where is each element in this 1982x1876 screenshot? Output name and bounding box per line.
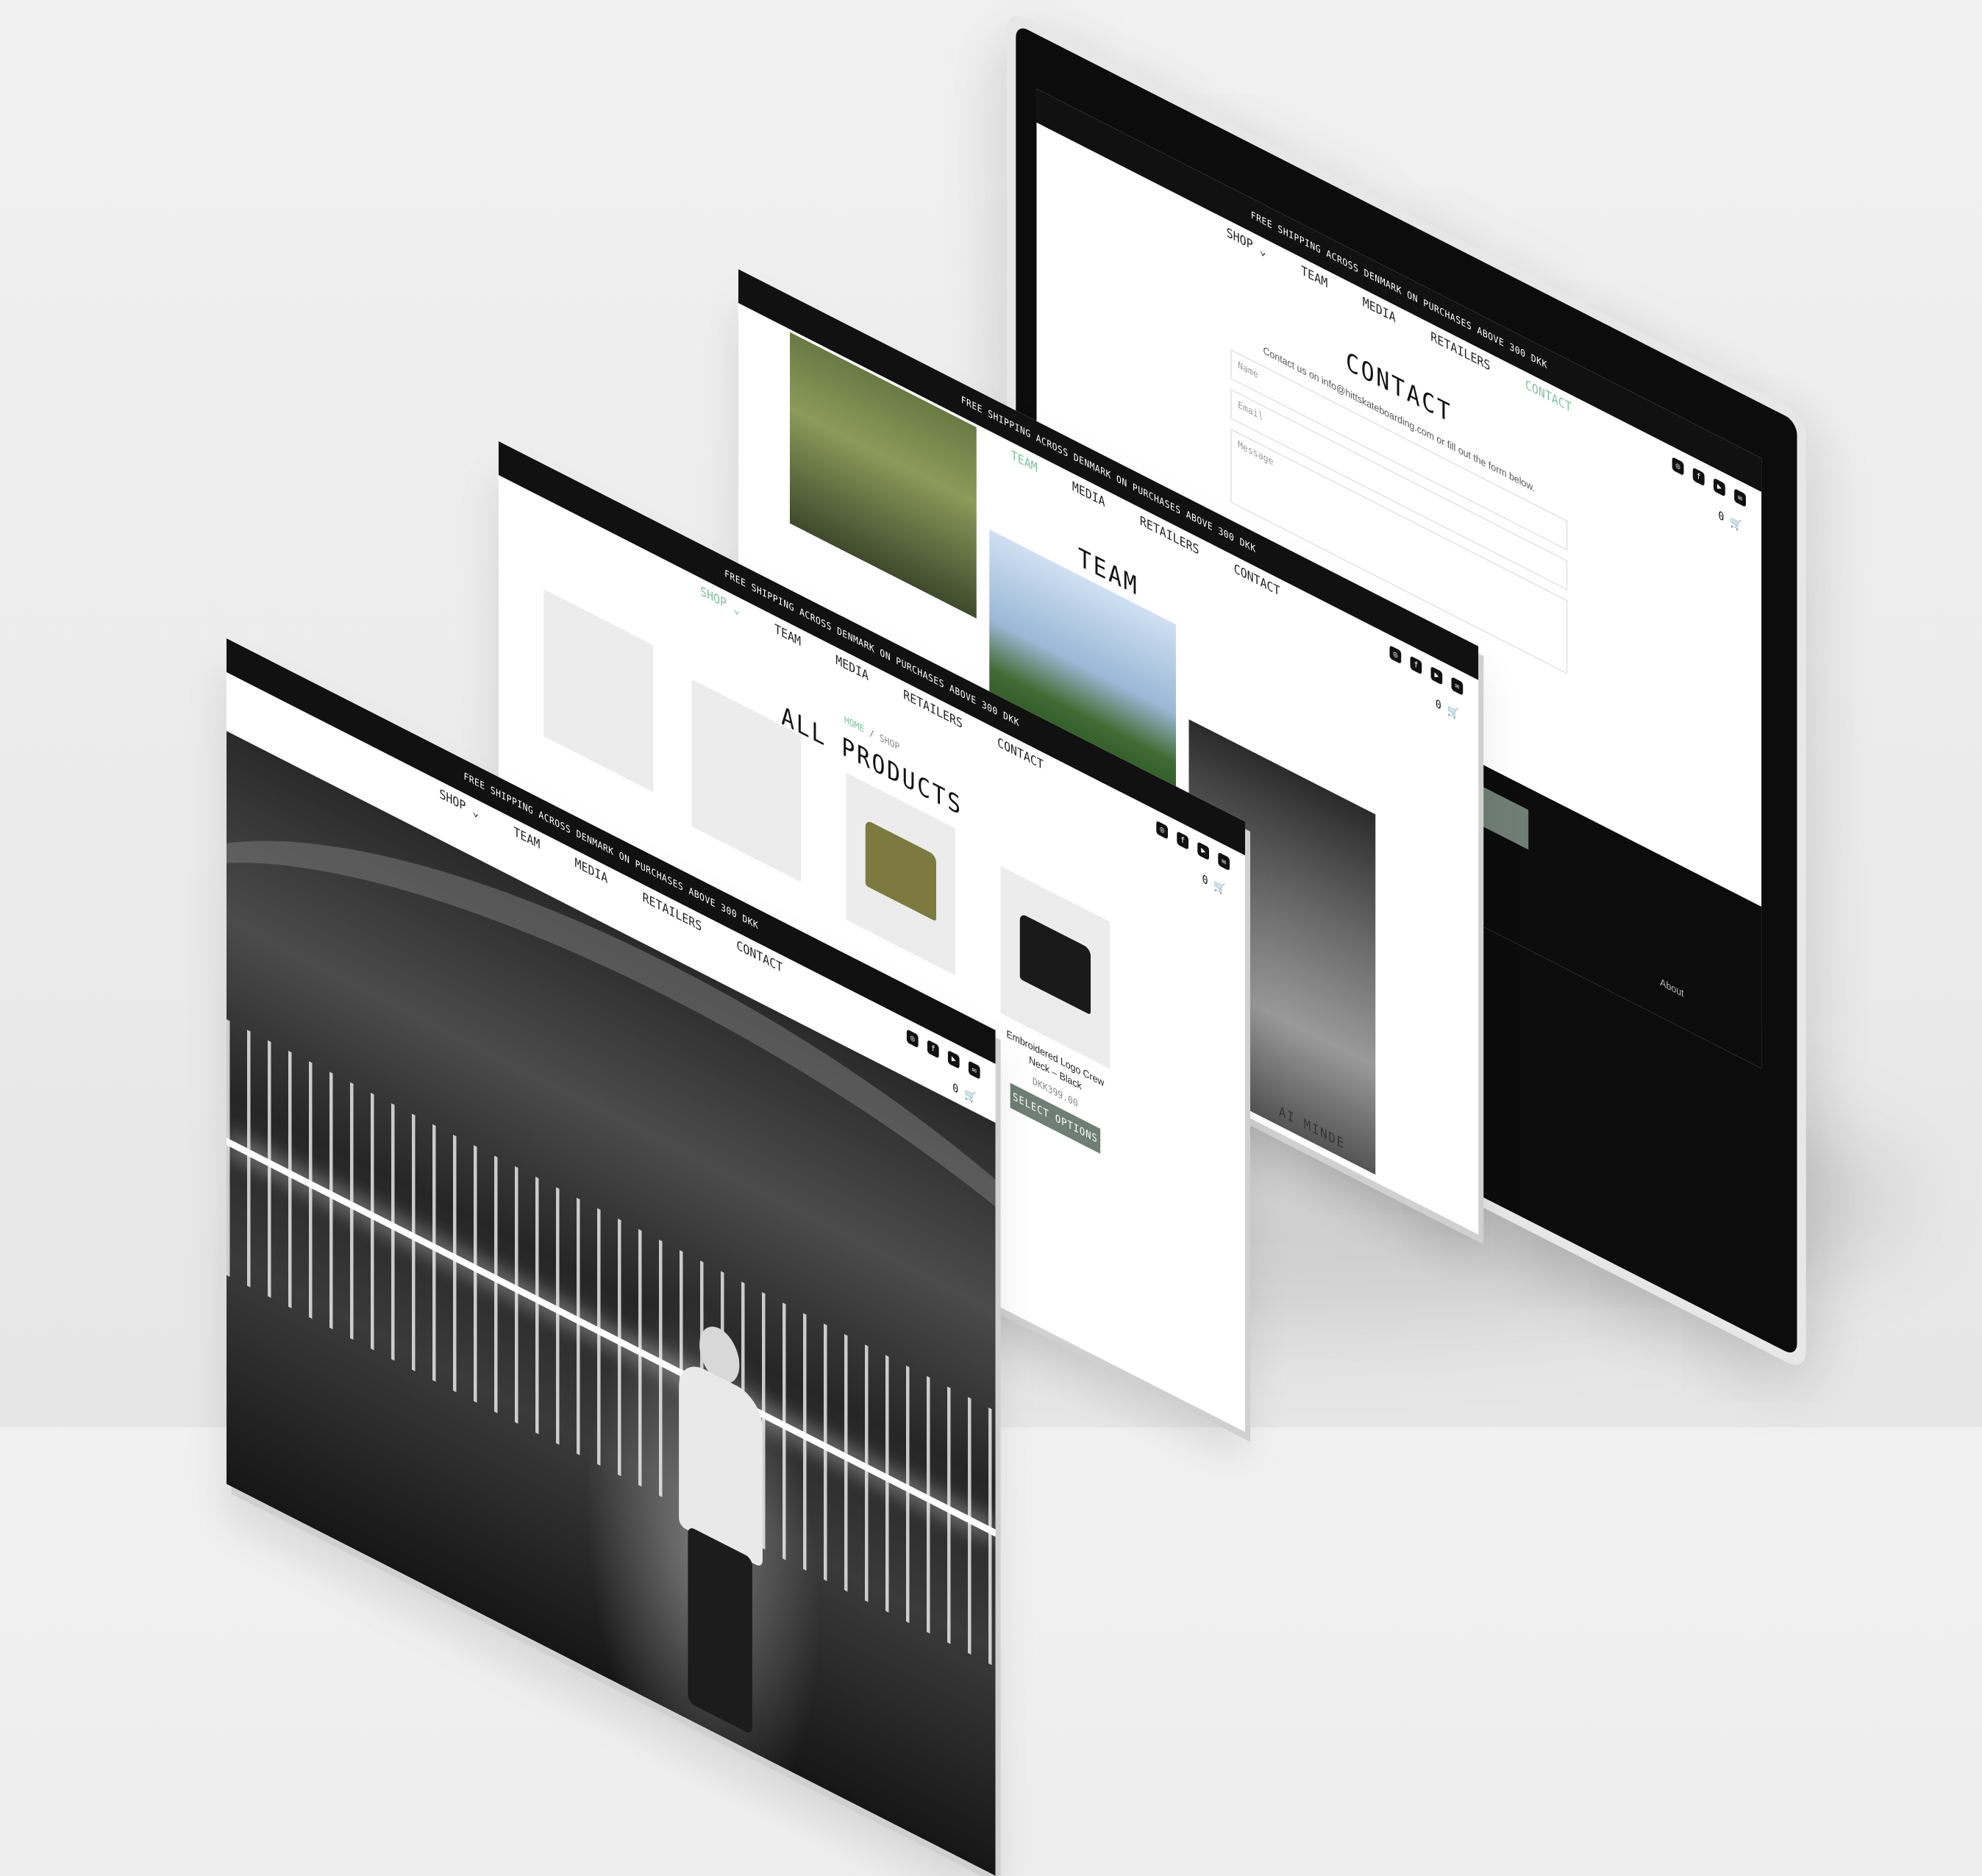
- cart[interactable]: 0 🛒: [1202, 871, 1226, 896]
- breadcrumb-separator: /: [869, 727, 874, 741]
- mockup-stage: FREE SHIPPING ACROSS DENMARK ON PURCHASE…: [0, 0, 1982, 1876]
- cart-count: 0: [1435, 696, 1441, 713]
- cart-count: 0: [1202, 871, 1208, 888]
- cart-count: 0: [952, 1080, 959, 1097]
- product-shirt: [865, 819, 936, 922]
- skater-figure: [672, 1305, 769, 1736]
- footer-about-link[interactable]: About: [1660, 976, 1683, 999]
- cart-icon: 🛒: [1213, 877, 1226, 897]
- cart-icon: 🛒: [964, 1086, 977, 1106]
- cart-count: 0: [1718, 507, 1725, 524]
- skater-legs: [688, 1525, 752, 1736]
- product-card-featured[interactable]: Embroidered Logo Crew Neck – Black DKK39…: [1000, 866, 1111, 1159]
- cart[interactable]: 0 🛒: [1436, 696, 1459, 721]
- cart[interactable]: 0 🛒: [952, 1080, 976, 1105]
- cart[interactable]: 0 🛒: [1718, 508, 1742, 533]
- cart-icon: 🛒: [1730, 513, 1742, 534]
- product-shirt: [1019, 913, 1091, 1016]
- cart-icon: 🛒: [1447, 702, 1459, 722]
